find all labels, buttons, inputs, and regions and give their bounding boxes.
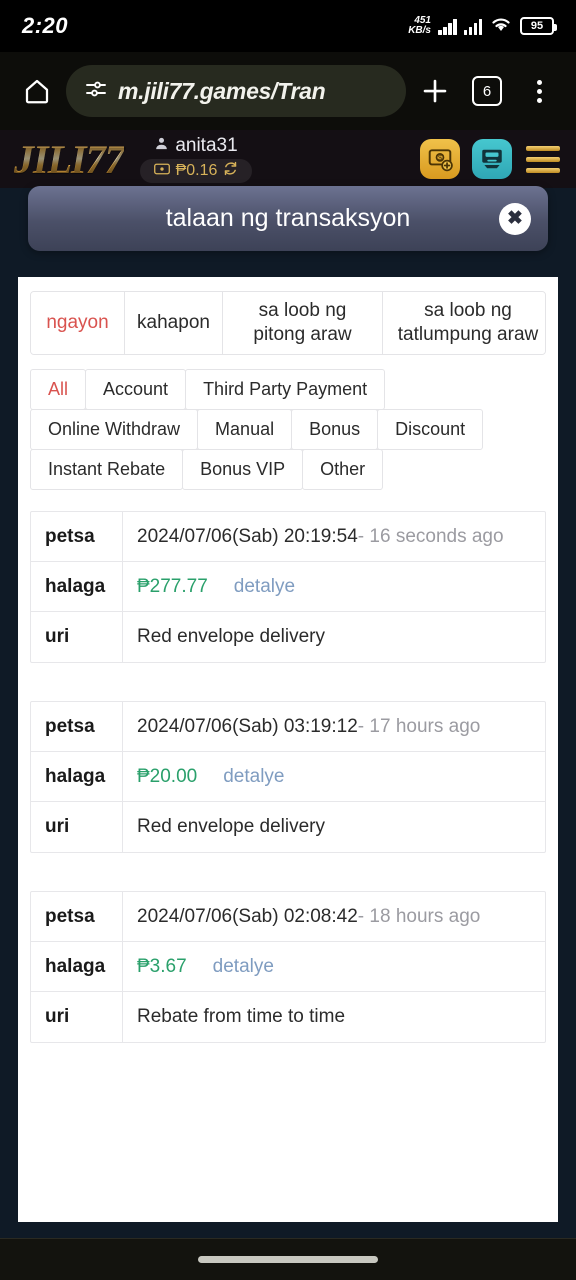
chip-manual[interactable]: Manual bbox=[197, 409, 293, 450]
status-clock: 2:20 bbox=[22, 13, 69, 38]
record-date-row: petsa 2024/07/06(Sab) 20:19:54 - 16 seco… bbox=[31, 512, 545, 562]
date-range-tabs: ngayon kahapon sa loob ng pitong araw sa… bbox=[30, 291, 546, 355]
username-display: anita31 bbox=[154, 135, 238, 157]
record-type-row: uri Red envelope delivery bbox=[31, 802, 545, 852]
transaction-list: petsa 2024/07/06(Sab) 20:19:54 - 16 seco… bbox=[30, 511, 546, 1043]
date-tab-seven-days[interactable]: sa loob ng pitong araw bbox=[223, 292, 383, 354]
label-halaga: halaga bbox=[31, 562, 123, 611]
chip-instant-rebate[interactable]: Instant Rebate bbox=[30, 449, 184, 490]
chip-account[interactable]: Account bbox=[85, 369, 187, 410]
hamburger-menu-icon[interactable] bbox=[524, 142, 562, 177]
label-petsa: petsa bbox=[31, 512, 123, 561]
chip-other[interactable]: Other bbox=[302, 449, 384, 490]
label-halaga: halaga bbox=[31, 752, 123, 801]
detail-link[interactable]: detalye bbox=[223, 766, 284, 788]
chip-online-withdraw[interactable]: Online Withdraw bbox=[30, 409, 199, 450]
phone-screen: 2:20 451 KB/s 95 m.jili77.games/Tran 6 J… bbox=[0, 0, 576, 1280]
deposit-money-icon[interactable]: $ bbox=[420, 139, 460, 179]
label-uri: uri bbox=[31, 802, 123, 852]
record-amount-row: halaga ₱277.77 detalye bbox=[31, 562, 545, 612]
record-amount-text: ₱3.67 bbox=[137, 955, 187, 977]
modal-title-text: talaan ng transaksyon bbox=[165, 204, 411, 232]
table-row: petsa 2024/07/06(Sab) 03:19:12 - 17 hour… bbox=[30, 701, 546, 853]
table-row: petsa 2024/07/06(Sab) 02:08:42 - 18 hour… bbox=[30, 891, 546, 1043]
url-bar[interactable]: m.jili77.games/Tran bbox=[66, 65, 406, 117]
balance-amount: ₱0.16 bbox=[175, 162, 218, 179]
chip-discount[interactable]: Discount bbox=[377, 409, 484, 450]
record-relative-time: - 16 seconds ago bbox=[357, 525, 504, 547]
url-text: m.jili77.games/Tran bbox=[118, 77, 326, 104]
record-date-value: 2024/07/06(Sab) 20:19:54 - 16 seconds ag… bbox=[123, 512, 545, 561]
signal-bars-icon bbox=[438, 18, 457, 35]
date-tab-thirty-days[interactable]: sa loob ng tatlumpung araw bbox=[383, 292, 545, 354]
overflow-menu-icon[interactable] bbox=[516, 68, 562, 114]
user-icon bbox=[154, 135, 169, 157]
transaction-panel: ngayon kahapon sa loob ng pitong araw sa… bbox=[18, 277, 558, 1222]
chip-third-party-payment[interactable]: Third Party Payment bbox=[185, 369, 386, 410]
record-amount-value: ₱3.67 detalye bbox=[123, 942, 545, 991]
android-status-bar: 2:20 451 KB/s 95 bbox=[0, 0, 576, 52]
site-header: JILI77 anita31 ₱0.16 $ bbox=[0, 130, 576, 188]
home-icon[interactable] bbox=[14, 68, 60, 114]
record-amount-row: halaga ₱20.00 detalye bbox=[31, 752, 545, 802]
label-uri: uri bbox=[31, 612, 123, 662]
chip-bonus[interactable]: Bonus bbox=[291, 409, 379, 450]
chip-bonus-vip[interactable]: Bonus VIP bbox=[182, 449, 304, 490]
battery-icon: 95 bbox=[520, 17, 557, 35]
status-indicators: 451 KB/s 95 bbox=[408, 15, 557, 38]
record-type-row: uri Rebate from time to time bbox=[31, 992, 545, 1042]
record-amount-row: halaga ₱3.67 detalye bbox=[31, 942, 545, 992]
record-date-text: 2024/07/06(Sab) 03:19:12 bbox=[137, 715, 358, 737]
detail-link[interactable]: detalye bbox=[234, 576, 295, 598]
category-filter-chips: All Account Third Party Payment Online W… bbox=[30, 369, 546, 490]
record-type-value: Rebate from time to time bbox=[137, 1006, 346, 1027]
record-type-value: Red envelope delivery bbox=[137, 816, 326, 837]
record-date-text: 2024/07/06(Sab) 20:19:54 bbox=[137, 525, 358, 547]
label-uri: uri bbox=[31, 992, 123, 1042]
atm-withdraw-icon[interactable] bbox=[472, 139, 512, 179]
label-petsa: petsa bbox=[31, 892, 123, 941]
record-type-row: uri Red envelope delivery bbox=[31, 612, 545, 662]
network-speed-indicator: 451 KB/s bbox=[408, 16, 431, 36]
label-halaga: halaga bbox=[31, 942, 123, 991]
page-info-icon[interactable] bbox=[84, 77, 108, 106]
android-gesture-bar[interactable] bbox=[0, 1238, 576, 1280]
date-tab-today[interactable]: ngayon bbox=[31, 292, 125, 354]
record-date-text: 2024/07/06(Sab) 02:08:42 bbox=[137, 905, 358, 927]
gesture-pill bbox=[198, 1256, 378, 1263]
table-row: petsa 2024/07/06(Sab) 20:19:54 - 16 seco… bbox=[30, 511, 546, 663]
record-date-value: 2024/07/06(Sab) 03:19:12 - 17 hours ago bbox=[123, 702, 545, 751]
site-logo[interactable]: JILI77 bbox=[14, 136, 125, 183]
modal-title-bar: talaan ng transaksyon ✖ bbox=[28, 186, 548, 251]
signal-bars-secondary-icon bbox=[463, 18, 482, 35]
new-tab-button[interactable] bbox=[412, 68, 458, 114]
date-tab-yesterday[interactable]: kahapon bbox=[125, 292, 223, 354]
record-amount-text: ₱20.00 bbox=[137, 765, 198, 787]
transaction-modal-header: talaan ng transaksyon ✖ bbox=[28, 186, 548, 251]
wifi-icon bbox=[489, 15, 513, 38]
close-icon[interactable]: ✖ bbox=[499, 202, 531, 235]
label-petsa: petsa bbox=[31, 702, 123, 751]
record-type-value: Red envelope delivery bbox=[137, 626, 326, 647]
tab-count: 6 bbox=[472, 76, 502, 106]
tab-switcher-button[interactable]: 6 bbox=[464, 68, 510, 114]
record-date-row: petsa 2024/07/06(Sab) 02:08:42 - 18 hour… bbox=[31, 892, 545, 942]
balance-pill[interactable]: ₱0.16 bbox=[139, 159, 253, 183]
username-text: anita31 bbox=[175, 135, 238, 156]
record-date-row: petsa 2024/07/06(Sab) 03:19:12 - 17 hour… bbox=[31, 702, 545, 752]
browser-toolbar: m.jili77.games/Tran 6 bbox=[0, 52, 576, 130]
network-speed-unit: KB/s bbox=[408, 25, 431, 36]
refresh-icon[interactable] bbox=[223, 161, 238, 181]
record-amount-value: ₱20.00 detalye bbox=[123, 752, 545, 801]
record-amount-text: ₱277.77 bbox=[137, 575, 208, 597]
chip-all[interactable]: All bbox=[30, 369, 87, 410]
record-relative-time: - 17 hours ago bbox=[357, 715, 481, 737]
header-actions: $ bbox=[420, 139, 562, 179]
account-summary: anita31 ₱0.16 bbox=[139, 135, 253, 183]
record-date-value: 2024/07/06(Sab) 02:08:42 - 18 hours ago bbox=[123, 892, 545, 941]
record-relative-time: - 18 hours ago bbox=[357, 905, 481, 927]
wallet-icon bbox=[153, 162, 170, 180]
record-amount-value: ₱277.77 detalye bbox=[123, 562, 545, 611]
detail-link[interactable]: detalye bbox=[213, 956, 274, 978]
